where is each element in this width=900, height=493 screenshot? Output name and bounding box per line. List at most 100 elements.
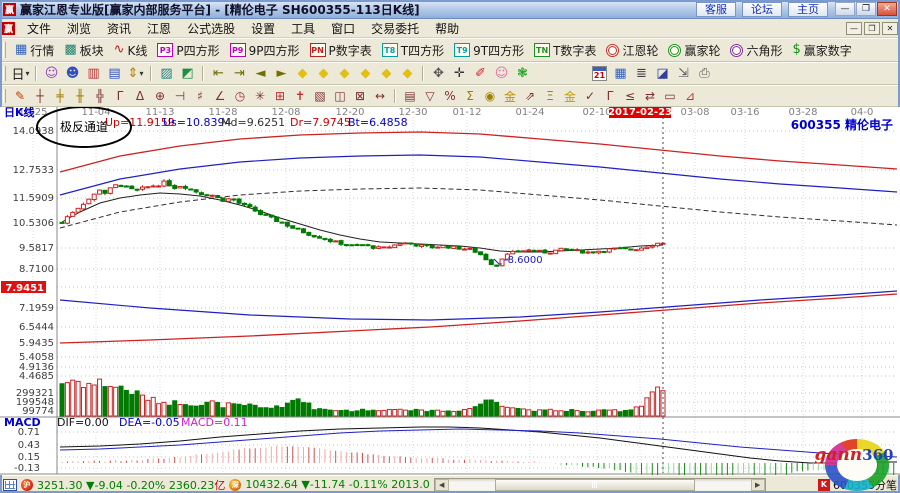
flag-icon[interactable]: ◩ — [177, 64, 198, 83]
menu-item-窗口[interactable]: 窗口 — [323, 19, 363, 38]
half-box-tool[interactable]: ◫ — [330, 87, 350, 105]
zoom-x-out-button[interactable]: ◆ — [355, 64, 376, 83]
service-button[interactable]: 客服 — [696, 2, 736, 17]
cross-line-tool[interactable]: ┼ — [30, 87, 50, 105]
mdi-close-button[interactable]: ✕ — [882, 22, 898, 35]
forum-button[interactable]: 论坛 — [742, 2, 782, 17]
bars-blue-icon[interactable]: ▤ — [104, 64, 125, 83]
square-grid-tool[interactable]: ⊞ — [270, 87, 290, 105]
chart-canvas[interactable]: 10-2511-0411-1311-2812-0812-2012-3001-12… — [0, 107, 900, 475]
p9-square-button[interactable]: P99P四方形 — [225, 40, 305, 61]
last-page-button[interactable]: ⇥ — [229, 64, 250, 83]
save-as-button[interactable]: ⇲ — [673, 64, 694, 83]
close-button[interactable]: ✕ — [877, 2, 897, 16]
zoom-y-out-button[interactable]: ◆ — [397, 64, 418, 83]
pattern-icon[interactable]: ▨ — [156, 64, 177, 83]
report-button[interactable]: ▦ — [610, 64, 631, 83]
winner-wheel-button[interactable]: 赢家轮 — [663, 40, 725, 61]
list-button[interactable]: ≣ — [631, 64, 652, 83]
gann-wheel-button[interactable]: 江恩轮 — [601, 40, 663, 61]
pencil-tool[interactable]: ✎ — [10, 87, 30, 105]
levels-tool[interactable]: Ξ — [540, 87, 560, 105]
tick-view-label[interactable]: 600355分笔 — [833, 477, 897, 493]
percent-tool[interactable]: % — [440, 87, 460, 105]
gann-box-tool[interactable]: ╬ — [90, 87, 110, 105]
gamma2-tool[interactable]: Γ — [600, 87, 620, 105]
bars-red-icon[interactable]: ▥ — [83, 64, 104, 83]
hexagon-button[interactable]: 六角形 — [725, 40, 787, 61]
prev-bar-button[interactable]: ◄ — [250, 64, 271, 83]
triangle-tool[interactable]: Δ — [130, 87, 150, 105]
shade-tool[interactable]: ▧ — [310, 87, 330, 105]
target-tool[interactable]: ◉ — [480, 87, 500, 105]
gamma-line-tool[interactable]: Γ — [110, 87, 130, 105]
winner-digit-button[interactable]: $赢家数字 — [787, 40, 856, 61]
t-digit-table-button[interactable]: TNT数字表 — [529, 40, 601, 61]
p-digit-table-button[interactable]: PNP数字表 — [305, 40, 377, 61]
scrollbar-thumb[interactable] — [495, 479, 695, 491]
crosshair-button[interactable]: ✛ — [449, 64, 470, 83]
zoom-y-in-button[interactable]: ◆ — [376, 64, 397, 83]
wedge-tool[interactable]: ⊿ — [680, 87, 700, 105]
cross-marker-tool[interactable]: ✝ — [290, 87, 310, 105]
rect-tool[interactable]: ▭ — [660, 87, 680, 105]
wheel-overlay-tool[interactable]: ⊕ — [150, 87, 170, 105]
check-tool[interactable]: ✓ — [580, 87, 600, 105]
pointer-button[interactable]: ✐ — [470, 64, 491, 83]
menu-item-公式选股[interactable]: 公式选股 — [179, 19, 243, 38]
fan-down-tool[interactable]: ▽ — [420, 87, 440, 105]
h-extend-tool[interactable]: ↔ — [370, 87, 390, 105]
box-x-tool[interactable]: ⊠ — [350, 87, 370, 105]
pan-tool-button[interactable]: ✥ — [428, 64, 449, 83]
lte-tool[interactable]: ≤ — [620, 87, 640, 105]
maximize-button[interactable]: ❐ — [856, 2, 876, 16]
sectors-button[interactable]: ▩板块 — [59, 40, 108, 61]
angle-tool[interactable]: ∠ — [210, 87, 230, 105]
menu-item-设置[interactable]: 设置 — [243, 19, 283, 38]
arc-tool[interactable]: ◷ — [230, 87, 250, 105]
home-button[interactable]: 主页 — [788, 2, 828, 17]
horizontal-scrollbar[interactable]: ◀ ▶ — [434, 478, 766, 492]
grid-small-tool[interactable]: ♯ — [190, 87, 210, 105]
candle-zoom-icon[interactable]: ⇕▾ — [125, 64, 146, 83]
menu-item-工具[interactable]: 工具 — [283, 19, 323, 38]
anchor-line-tool[interactable]: ⊣ — [170, 87, 190, 105]
table-tool[interactable]: ▤ — [400, 87, 420, 105]
time-grid-tool[interactable]: ╫ — [70, 87, 90, 105]
star-tool[interactable]: ✳ — [250, 87, 270, 105]
scroll-right-button[interactable]: ▶ — [751, 479, 765, 491]
next-bar-button[interactable]: ► — [271, 64, 292, 83]
tick-view-icon[interactable]: K — [818, 479, 830, 491]
quote-table-icon[interactable] — [3, 479, 17, 491]
expand-left-button[interactable]: ◆ — [292, 64, 313, 83]
sigma-tool[interactable]: Σ — [460, 87, 480, 105]
p-square-button[interactable]: P3P四方形 — [152, 40, 224, 61]
menu-item-文件[interactable]: 文件 — [19, 19, 59, 38]
zoom-x-in-button[interactable]: ◆ — [334, 64, 355, 83]
period-selector[interactable]: 日▾ — [10, 64, 31, 83]
smiley-pink-icon[interactable]: ☺ — [491, 64, 512, 83]
save-button[interactable]: ◪ — [652, 64, 673, 83]
first-page-button[interactable]: ⇤ — [208, 64, 229, 83]
quotes-button[interactable]: ▦行情 — [10, 40, 59, 61]
t-square-button[interactable]: T8T四方形 — [377, 40, 449, 61]
trend-up-tool[interactable]: ⇗ — [520, 87, 540, 105]
kline-button[interactable]: ∿K线 — [109, 40, 153, 61]
print-button[interactable]: ⎙ — [694, 64, 715, 83]
golden-box-tool[interactable]: 金 — [560, 87, 580, 105]
golden-section-tool[interactable]: 金 — [500, 87, 520, 105]
expand-right-button[interactable]: ◆ — [313, 64, 334, 83]
mdi-minimize-button[interactable]: — — [846, 22, 862, 35]
menu-item-江恩[interactable]: 江恩 — [139, 19, 179, 38]
menu-item-浏览[interactable]: 浏览 — [59, 19, 99, 38]
scroll-left-button[interactable]: ◀ — [435, 479, 449, 491]
shenzhen-index-icon[interactable]: 深 — [229, 479, 241, 491]
shanghai-index-icon[interactable]: 沪 — [21, 479, 33, 491]
minimize-button[interactable]: — — [835, 2, 855, 16]
swap-tool[interactable]: ⇄ — [640, 87, 660, 105]
menu-item-交易委托[interactable]: 交易委托 — [363, 19, 427, 38]
menu-item-帮助[interactable]: 帮助 — [427, 19, 467, 38]
smiley-purple-icon[interactable]: ☺ — [41, 64, 62, 83]
burst-icon[interactable]: ❃ — [512, 64, 533, 83]
calendar-button[interactable]: 21 — [589, 64, 610, 83]
